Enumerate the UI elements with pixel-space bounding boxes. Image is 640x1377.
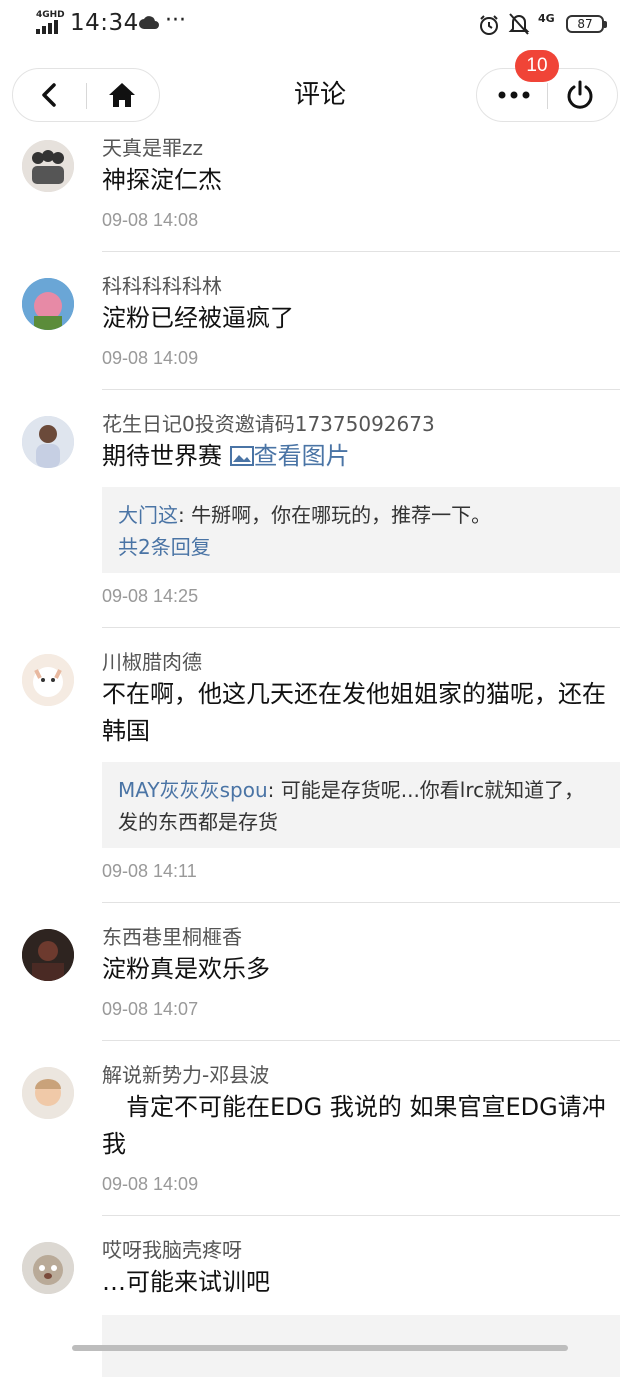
comment-text: 淀粉真是欢乐多 [102,955,270,983]
view-image-label: 查看图片 [253,442,350,470]
avatar-image [22,654,74,706]
comment-time: 09-08 14:25 [102,586,199,606]
more-dots-icon [498,91,530,99]
comment-username[interactable]: 东西巷里桐榧香 [102,923,620,951]
comment-username[interactable]: 川椒腊肉德 [102,648,620,676]
comment-username[interactable]: 科科科科科林 [102,272,620,300]
comment-item: 川椒腊肉德 不在啊，他这几天还在发他姐姐家的猫呢，还在韩国 MAY灰灰灰spou… [0,628,640,903]
network-type: 4GHD [36,10,65,20]
image-icon [229,446,254,466]
more-replies-link[interactable]: 共2条回复 [118,531,604,563]
mobile-data-label: 4G [538,12,555,25]
reply-text: : 牛掰啊，你在哪玩的，推荐一下。 [178,503,492,527]
reply-username[interactable]: MAY灰灰灰spou [118,778,268,802]
battery-icon: 87 [566,15,607,33]
avatar-image [22,1242,74,1294]
avatar[interactable] [22,416,74,468]
comment-item: 东西巷里桐榧香 淀粉真是欢乐多 09-08 14:07 [0,903,640,1041]
comment-item: 科科科科科林 淀粉已经被逼疯了 09-08 14:09 [0,252,640,390]
alarm-icon [480,15,498,35]
nav-bar: 评论 10 [0,50,640,128]
avatar[interactable] [22,654,74,706]
comment-text: 神探淀仁杰 [102,166,222,194]
comment-item: 哎呀我脑壳疼呀 …可能来试训吧 [0,1216,640,1377]
avatar[interactable] [22,929,74,981]
avatar-image [22,1067,74,1119]
reply-username[interactable]: 大门这 [118,503,178,527]
status-bar: 4GHD 14:34 ··· 4G 87 [0,0,640,50]
reply-box[interactable]: MAY灰灰灰spou: 可能是存货呢...你看lrc就知道了，发的东西都是存货 [102,762,620,848]
avatar-image [22,278,74,330]
view-image-link[interactable]: 查看图片 [229,442,350,470]
avatar[interactable] [22,140,74,192]
avatar[interactable] [22,1242,74,1294]
comment-item: 天真是罪zz 神探淀仁杰 09-08 14:08 [0,128,640,252]
comment-text: 不在啊，他这几天还在发他姐姐家的猫呢，还在韩国 [102,680,606,745]
comment-text: 肯定不可能在EDG 我说的 如果官宣EDG请冲我 [102,1093,606,1158]
comment-list: 天真是罪zz 神探淀仁杰 09-08 14:08 科科科科科林 淀粉已经被逼疯了… [0,128,640,1377]
comment-time: 09-08 14:09 [102,1174,199,1194]
comment-text: …可能来试训吧 [102,1268,270,1296]
clock: 14:34 [70,10,139,36]
comment-text: 淀粉已经被逼疯了 [102,304,294,332]
cloud-icon [139,16,159,29]
power-icon [567,80,593,109]
more-notifications-icon: ··· [165,8,186,33]
home-indicator[interactable] [72,1345,568,1351]
avatar-image [22,140,74,192]
comment-text-content: 期待世界赛 [102,442,222,470]
avatar-image [22,929,74,981]
reply-box[interactable]: 大门这: 牛掰啊，你在哪玩的，推荐一下。 共2条回复 [102,487,620,573]
signal-icon [36,20,62,34]
comment-item: 花生日记0投资邀请码17375092673 期待世界赛 查看图片 大门这: 牛掰… [0,390,640,628]
comment-username[interactable]: 花生日记0投资邀请码17375092673 [102,410,620,438]
comment-time: 09-08 14:07 [102,999,199,1019]
comment-username[interactable]: 天真是罪zz [102,134,620,162]
comment-time: 09-08 14:08 [102,210,199,230]
comment-time: 09-08 14:11 [102,861,197,881]
mute-bell-icon [508,13,530,35]
comment-time: 09-08 14:09 [102,348,199,368]
notification-badge: 10 [515,50,559,82]
comment-username[interactable]: 解说新势力-邓县波 [102,1061,620,1089]
comment-text: 期待世界赛 查看图片 [102,438,620,475]
avatar[interactable] [22,1067,74,1119]
comment-username[interactable]: 哎呀我脑壳疼呀 [102,1236,620,1264]
comment-item: 解说新势力-邓县波 肯定不可能在EDG 我说的 如果官宣EDG请冲我 09-08… [0,1041,640,1216]
avatar-image [22,416,74,468]
avatar[interactable] [22,278,74,330]
